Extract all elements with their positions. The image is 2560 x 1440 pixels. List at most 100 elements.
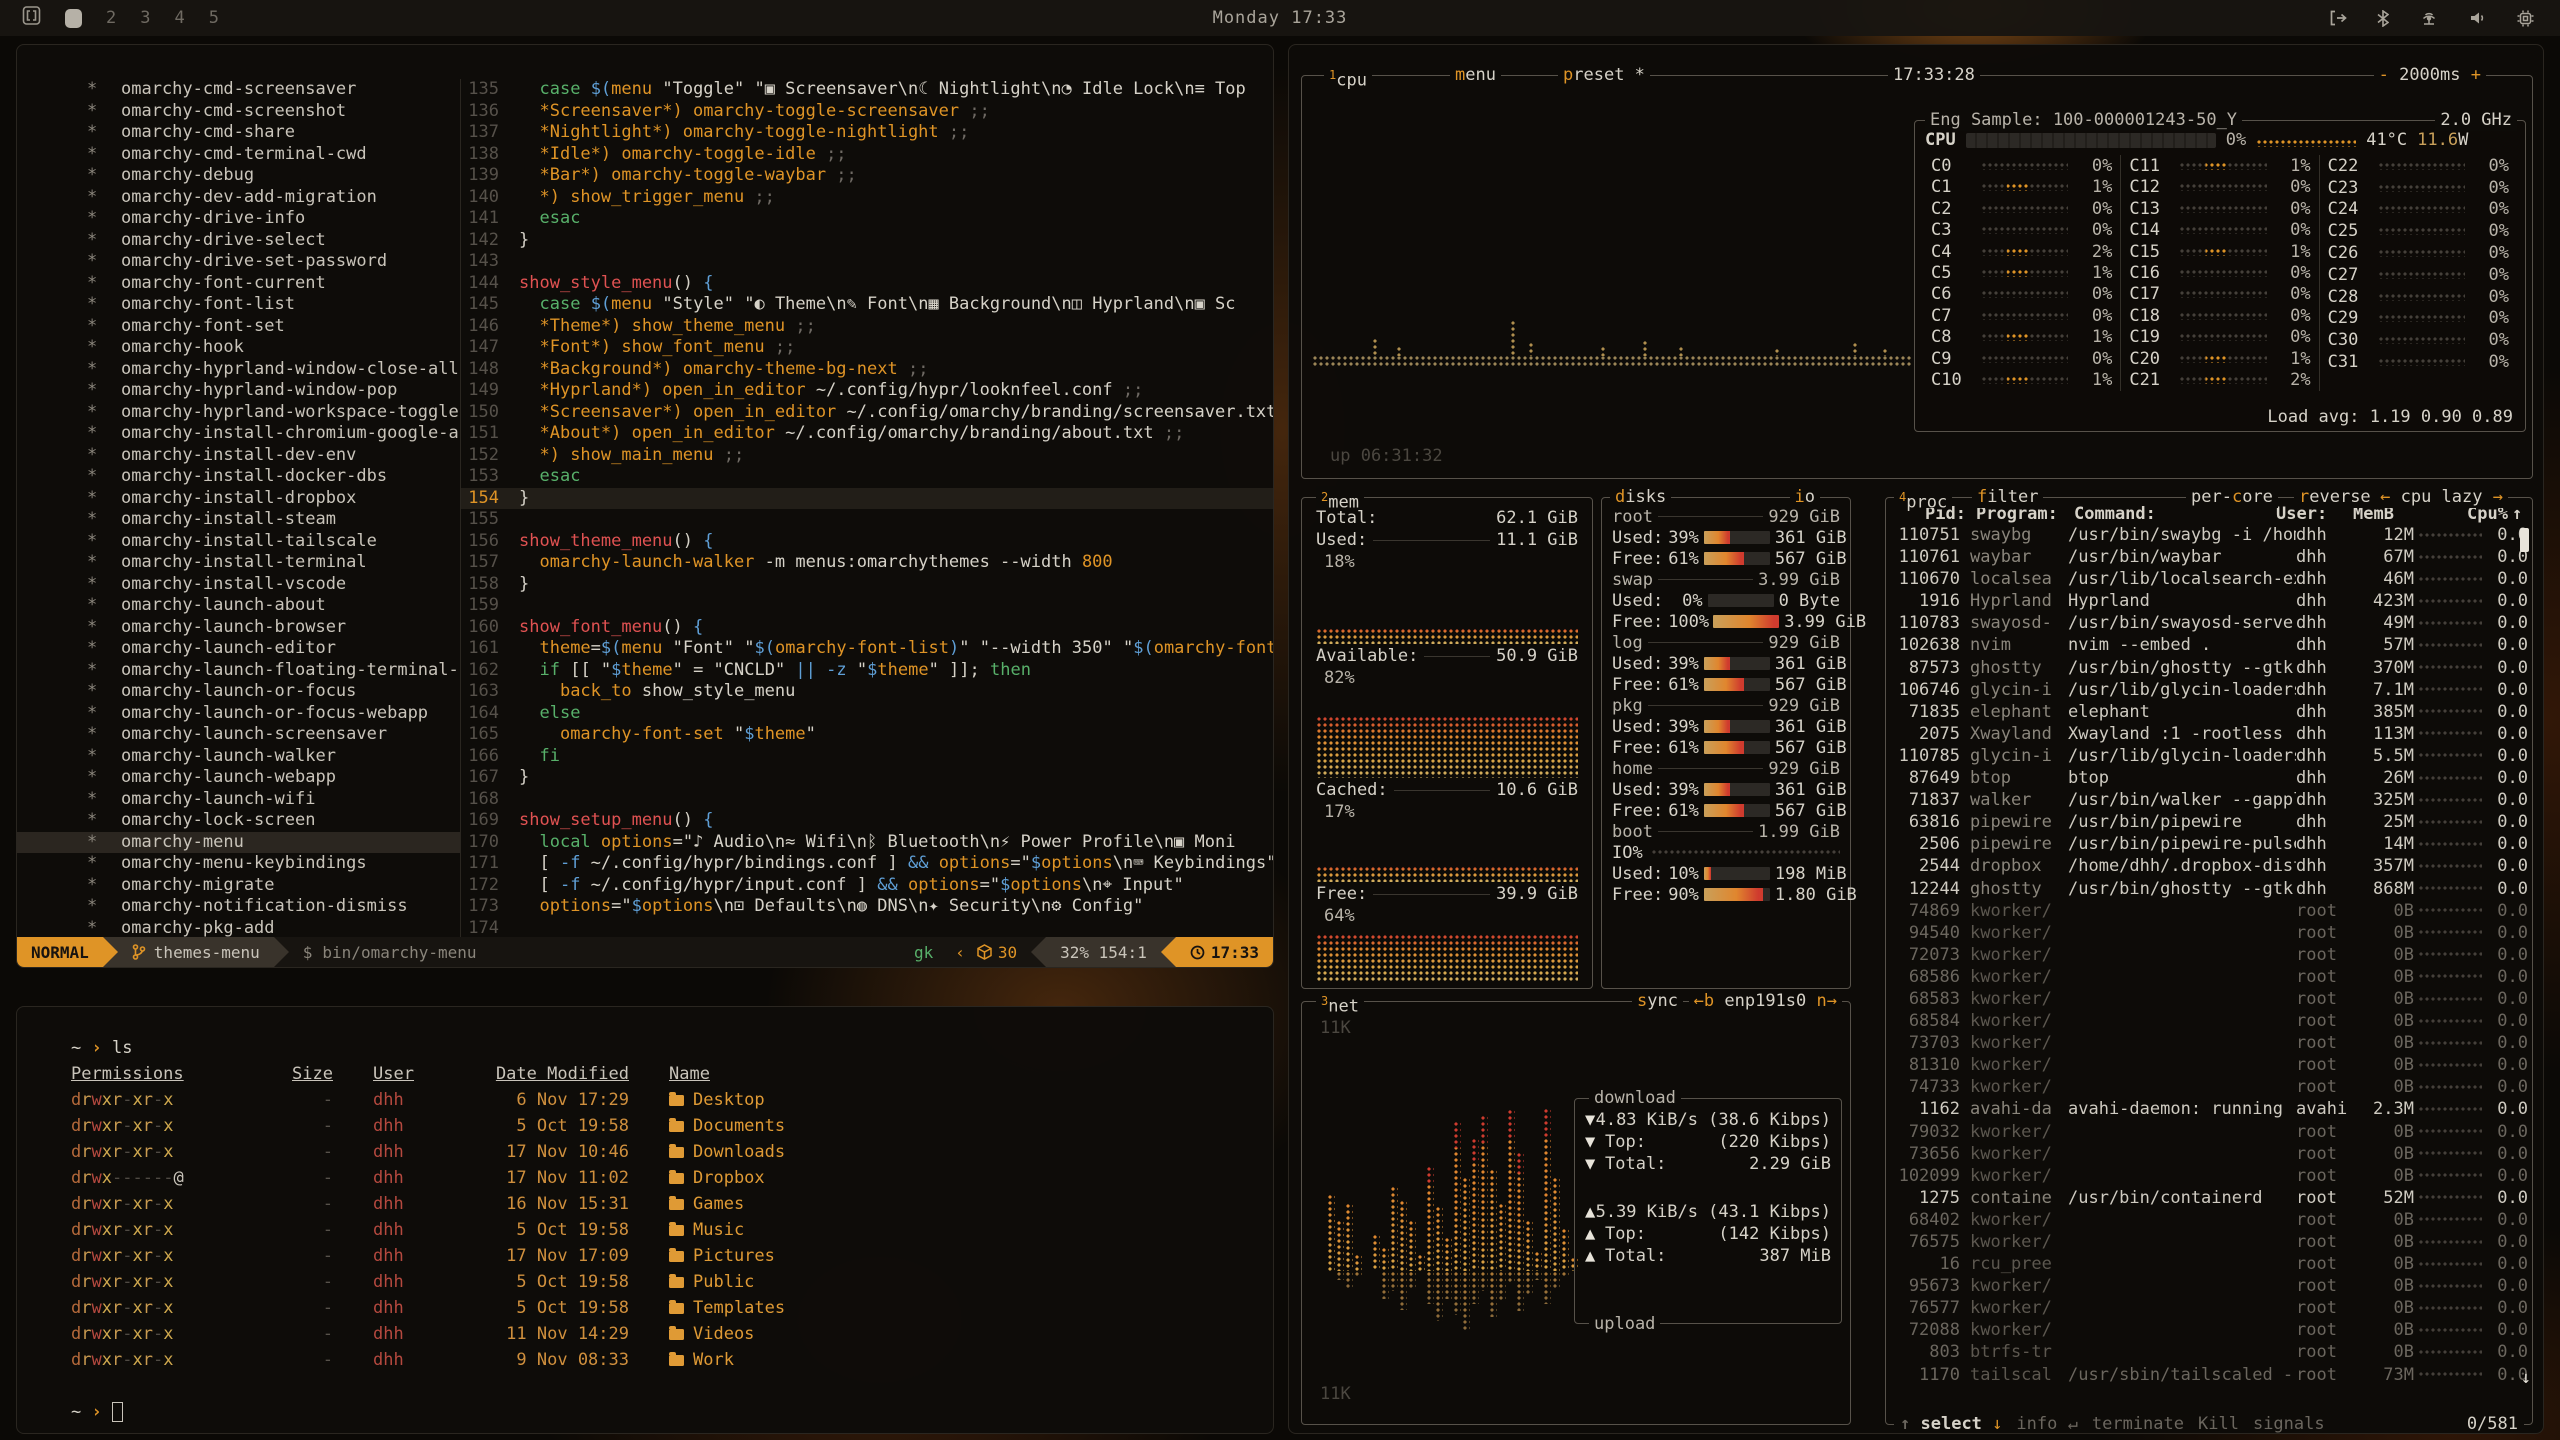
code-line[interactable]: 142}: [461, 230, 1273, 252]
code-line[interactable]: 146 *Theme*) show_theme_menu ;;: [461, 316, 1273, 338]
process-row[interactable]: 12244ghostty/usr/bin/ghostty --gtk-dhh86…: [1886, 878, 2532, 900]
file-item[interactable]: *omarchy-dev-add-migration: [17, 187, 460, 209]
io-mode-button[interactable]: io: [1790, 486, 1821, 508]
process-row[interactable]: 106746glycin-i/usr/lib/glycin-loadersdhh…: [1886, 679, 2532, 701]
process-row[interactable]: 110785glycin-i/usr/lib/glycin-loadersdhh…: [1886, 745, 2532, 767]
kill-button[interactable]: Kill: [2198, 1414, 2239, 1434]
process-row[interactable]: 76577kworker/root0B0.0: [1886, 1297, 2532, 1319]
file-item[interactable]: *omarchy-launch-screensaver: [17, 724, 460, 746]
file-item[interactable]: *omarchy-menu-keybindings: [17, 853, 460, 875]
process-row[interactable]: 68583kworker/root0B0.0: [1886, 988, 2532, 1010]
dir-name[interactable]: Games: [629, 1191, 744, 1217]
process-panel-title[interactable]: 4proc: [1894, 486, 1952, 508]
code-line[interactable]: 145 case $(menu "Style" "◐ Theme\n✎ Font…: [461, 294, 1273, 316]
code-line[interactable]: 166 fi: [461, 746, 1273, 768]
logout-icon[interactable]: [2329, 10, 2347, 26]
process-row[interactable]: 110761waybar/usr/bin/waybardhh67M0.0: [1886, 546, 2532, 568]
file-item[interactable]: *omarchy-cmd-screenshot: [17, 101, 460, 123]
cpu-icon[interactable]: [2517, 10, 2534, 27]
process-row[interactable]: 110670localsea/usr/lib/localsearch-exdhh…: [1886, 568, 2532, 590]
process-row[interactable]: 1170tailscal/usr/sbin/tailscaled --root7…: [1886, 1364, 2532, 1386]
terminal-output[interactable]: ~ › lsPermissionsSizeUserDate ModifiedNa…: [17, 1007, 1273, 1425]
file-item[interactable]: *omarchy-cmd-terminal-cwd: [17, 144, 460, 166]
code-line[interactable]: 163 back_to show_style_menu: [461, 681, 1273, 703]
terminate-button[interactable]: terminate: [2092, 1414, 2184, 1434]
code-line[interactable]: 154}: [461, 488, 1273, 510]
file-item[interactable]: *omarchy-lock-screen: [17, 810, 460, 832]
preset-button[interactable]: preset *: [1558, 64, 1650, 86]
file-item[interactable]: *omarchy-debug: [17, 165, 460, 187]
code-line[interactable]: 171 [ -f ~/.config/hypr/bindings.conf ] …: [461, 853, 1273, 875]
disks-panel-title[interactable]: disks: [1610, 486, 1671, 508]
file-item[interactable]: *omarchy-launch-walker: [17, 746, 460, 768]
process-scrollbar[interactable]: [2520, 528, 2529, 1388]
process-row[interactable]: 73656kworker/root0B0.0: [1886, 1143, 2532, 1165]
code-line[interactable]: 173 options="$options\n⊡ Defaults\n◍ DNS…: [461, 896, 1273, 918]
process-row[interactable]: 2506pipewire/usr/bin/pipewire-pulsedhh14…: [1886, 833, 2532, 855]
process-row[interactable]: 71837walker/usr/bin/walker --gappldhh325…: [1886, 789, 2532, 811]
code-line[interactable]: 147 *Font*) show_font_menu ;;: [461, 337, 1273, 359]
file-item[interactable]: *omarchy-launch-editor: [17, 638, 460, 660]
code-line[interactable]: 172 [ -f ~/.config/hypr/input.conf ] && …: [461, 875, 1273, 897]
network-icon[interactable]: [2419, 10, 2439, 26]
file-item[interactable]: *omarchy-drive-info: [17, 208, 460, 230]
code-line[interactable]: 174: [461, 918, 1273, 940]
file-item[interactable]: *omarchy-font-set: [17, 316, 460, 338]
process-row[interactable]: 63816pipewire/usr/bin/pipewiredhh25M0.0: [1886, 811, 2532, 833]
file-item[interactable]: *omarchy-launch-browser: [17, 617, 460, 639]
dir-name[interactable]: Templates: [629, 1295, 785, 1321]
dir-name[interactable]: Dropbox: [629, 1165, 765, 1191]
code-editor[interactable]: 135 case $(menu "Toggle" "▣ Screensaver\…: [461, 79, 1273, 939]
code-line[interactable]: 135 case $(menu "Toggle" "▣ Screensaver\…: [461, 79, 1273, 101]
process-row[interactable]: 68402kworker/root0B0.0: [1886, 1209, 2532, 1231]
file-item[interactable]: *omarchy-launch-wifi: [17, 789, 460, 811]
file-item[interactable]: *omarchy-menu: [17, 832, 460, 854]
process-row[interactable]: 803btrfs-trroot0B0.0: [1886, 1341, 2532, 1363]
code-line[interactable]: 140 *) show_trigger_menu ;;: [461, 187, 1273, 209]
scroll-down-icon[interactable]: ↓: [2521, 1368, 2531, 1388]
process-row[interactable]: 1162avahi-daavahi-daemon: running [avahi…: [1886, 1098, 2532, 1120]
file-item[interactable]: *omarchy-cmd-screensaver: [17, 79, 460, 101]
process-row[interactable]: 72073kworker/root0B0.0: [1886, 944, 2532, 966]
process-row[interactable]: 76575kworker/root0B0.0: [1886, 1231, 2532, 1253]
dir-name[interactable]: Pictures: [629, 1243, 775, 1269]
dir-name[interactable]: Desktop: [629, 1087, 765, 1113]
process-row[interactable]: 110751swaybg/usr/bin/swaybg -i /homdhh12…: [1886, 524, 2532, 546]
process-row[interactable]: 16rcu_preeroot0B0.0: [1886, 1253, 2532, 1275]
process-row[interactable]: 110783swayosd-/usr/bin/swayosd-serverdhh…: [1886, 612, 2532, 634]
file-item[interactable]: *omarchy-launch-or-focus-webapp: [17, 703, 460, 725]
process-row[interactable]: 1275containe/usr/bin/containerdroot52M0.…: [1886, 1187, 2532, 1209]
file-item[interactable]: *omarchy-install-steam: [17, 509, 460, 531]
update-interval[interactable]: - 2000ms +: [2374, 64, 2486, 86]
code-line[interactable]: 138 *Idle*) omarchy-toggle-idle ;;: [461, 144, 1273, 166]
code-line[interactable]: 170 local options="♪ Audio\n≈ Wifi\nᛒ Bl…: [461, 832, 1273, 854]
code-line[interactable]: 162 if [[ "$theme" = "CNCLD" || -z "$the…: [461, 660, 1273, 682]
process-row[interactable]: 2075XwaylandXwayland :1 -rootless -dhh11…: [1886, 723, 2532, 745]
file-item[interactable]: *omarchy-hyprland-window-close-all: [17, 359, 460, 381]
sync-button[interactable]: sync: [1632, 990, 1683, 1012]
process-row[interactable]: 72088kworker/root0B0.0: [1886, 1319, 2532, 1341]
file-item[interactable]: *omarchy-migrate: [17, 875, 460, 897]
process-row[interactable]: 87573ghostty/usr/bin/ghostty --gtk-dhh37…: [1886, 657, 2532, 679]
process-row[interactable]: 2544dropbox/home/dhh/.dropbox-distdhh357…: [1886, 855, 2532, 877]
process-row[interactable]: 102638nvimnvim --embed .dhh57M0.0: [1886, 634, 2532, 656]
code-line[interactable]: 151 *About*) open_in_editor ~/.config/om…: [461, 423, 1273, 445]
file-item[interactable]: *omarchy-drive-select: [17, 230, 460, 252]
file-item[interactable]: *omarchy-install-dropbox: [17, 488, 460, 510]
file-item[interactable]: *omarchy-hyprland-window-pop: [17, 380, 460, 402]
code-line[interactable]: 143: [461, 251, 1273, 273]
process-row[interactable]: 68584kworker/root0B0.0: [1886, 1010, 2532, 1032]
code-line[interactable]: 158}: [461, 574, 1273, 596]
file-item[interactable]: *omarchy-font-current: [17, 273, 460, 295]
code-line[interactable]: 161 theme=$(menu "Font" "$(omarchy-font-…: [461, 638, 1273, 660]
code-line[interactable]: 139 *Bar*) omarchy-toggle-waybar ;;: [461, 165, 1273, 187]
code-line[interactable]: 155: [461, 509, 1273, 531]
code-line[interactable]: 165 omarchy-font-set "$theme": [461, 724, 1273, 746]
dir-name[interactable]: Documents: [629, 1113, 785, 1139]
select-control[interactable]: ↑ select ↓: [1900, 1414, 2002, 1434]
menu-button[interactable]: menu: [1450, 64, 1501, 86]
bluetooth-icon[interactable]: [2377, 10, 2389, 27]
code-line[interactable]: 164 else: [461, 703, 1273, 725]
code-line[interactable]: 156show_theme_menu() {: [461, 531, 1273, 553]
process-row[interactable]: 81310kworker/root0B0.0: [1886, 1054, 2532, 1076]
